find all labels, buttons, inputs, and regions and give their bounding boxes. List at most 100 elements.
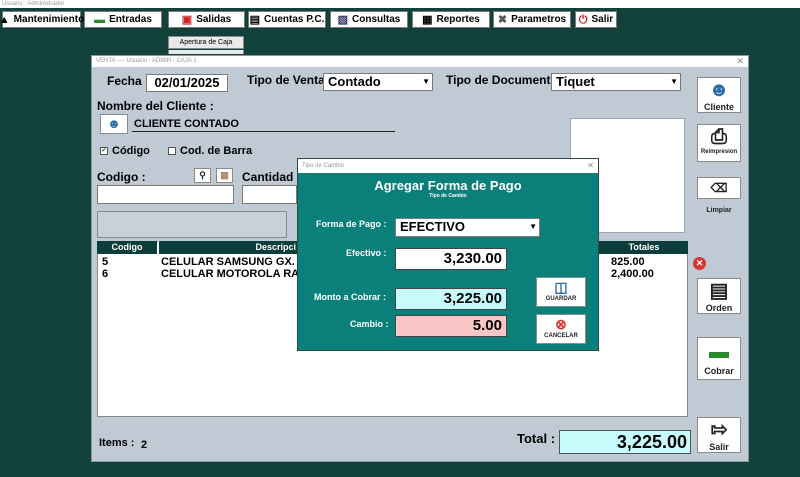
cliente-underline xyxy=(132,131,395,132)
report-icon: ▦ xyxy=(422,13,433,26)
person-icon: ☻ xyxy=(107,116,121,131)
menu-entradas-button[interactable]: ▬ Entradas xyxy=(84,11,162,28)
cart-icon: ▣ xyxy=(181,13,193,26)
orden-button[interactable]: ▤ Orden xyxy=(697,278,741,314)
tipo-venta-value: Contado xyxy=(328,74,381,89)
menu-salidas-button[interactable]: ▣ Salidas xyxy=(168,11,245,28)
order-icon: ▤ xyxy=(709,280,729,302)
exit-icon: ⇰ xyxy=(710,419,728,441)
search-icon: ⚲ xyxy=(199,170,206,180)
cambio-value: 5.00 xyxy=(395,315,507,337)
cantidad-label: Cantidad : xyxy=(242,170,301,184)
table-row-codigo: 6 xyxy=(102,268,109,280)
fecha-field[interactable]: 02/01/2025 xyxy=(146,74,228,92)
buscar-producto-button[interactable]: ⚲ xyxy=(194,168,211,183)
table-row-codigo: 5 xyxy=(102,256,109,268)
cash-icon: ▬ xyxy=(709,341,729,363)
menu-cuentas-button[interactable]: ▤ Cuentas P.C. xyxy=(248,11,326,28)
reimpresion-button[interactable]: ⎙ Reimpresion xyxy=(697,124,741,162)
delete-row-icon[interactable]: ✕ xyxy=(693,257,706,270)
items-value: 2 xyxy=(141,439,148,451)
cliente-button-label: Cliente xyxy=(703,102,734,112)
menu-label: Parametros xyxy=(511,14,567,25)
efectivo-label: Efectivo : xyxy=(346,248,387,258)
table-row-total: 825.00 xyxy=(611,256,645,268)
person-icon: ☻ xyxy=(708,79,730,101)
printer-icon: ⎙ xyxy=(711,126,727,148)
dialog-titlebar: Tipo de Cambio xyxy=(298,159,598,173)
limpiar-button-label: Limpiar xyxy=(706,207,732,214)
cambio-label: Cambio : xyxy=(350,319,389,329)
submenu-apertura-caja[interactable]: Apertura de Caja xyxy=(168,36,244,49)
codigo-input[interactable] xyxy=(97,185,234,204)
cliente-label: Nombre del Cliente : xyxy=(97,99,214,113)
cantidad-input[interactable] xyxy=(242,185,297,204)
col-header-descripcion: Descripci xyxy=(158,241,298,254)
limpiar-button[interactable]: ⌫ Limpiar xyxy=(697,177,741,214)
monto-cobrar-label: Monto a Cobrar : xyxy=(314,292,386,302)
table-row-total: 2,400.00 xyxy=(611,268,654,280)
menu-label: Entradas xyxy=(109,14,152,25)
salir-button-label: Salir xyxy=(709,442,729,452)
tipo-documento-select[interactable]: Tiquet ▼ xyxy=(551,73,681,91)
efectivo-input[interactable]: 3,230.00 xyxy=(395,248,507,270)
cliente-button[interactable]: ☻ Cliente xyxy=(697,77,741,113)
guardar-button-label: GUARDAR xyxy=(545,296,577,302)
fecha-label: Fecha : xyxy=(107,74,150,88)
menu-label: Reportes xyxy=(436,14,480,25)
table-row-descripcion: CELULAR MOTOROLA RA xyxy=(161,268,300,280)
buscar-barcode-button[interactable]: ▩ xyxy=(216,168,233,183)
chevron-down-icon: ▼ xyxy=(670,77,678,86)
menu-label: Salidas xyxy=(196,14,232,25)
table-row-descripcion: CELULAR SAMSUNG GX. xyxy=(161,256,295,268)
forma-pago-label: Forma de Pago : xyxy=(316,219,387,229)
close-icon[interactable]: ✕ xyxy=(736,56,744,67)
save-icon: ◫ xyxy=(554,279,568,295)
radio-codbarra[interactable] xyxy=(168,147,176,155)
search-icon: ▧ xyxy=(337,13,349,26)
radio-codigo-label: Código xyxy=(112,145,150,157)
menu-mantenimiento-button[interactable]: ▲ Mantenimiento xyxy=(0,11,84,28)
trash-icon: ⌫ xyxy=(710,181,728,195)
cash-icon: ▬ xyxy=(94,13,106,26)
col-header-codigo: Codigo xyxy=(97,241,157,254)
reimpresion-button-label: Reimpresion xyxy=(700,149,738,155)
radio-codbarra-label: Cod. de Barra xyxy=(180,145,253,157)
salir-button[interactable]: ⇰ Salir xyxy=(697,417,741,453)
tipo-documento-value: Tiquet xyxy=(556,74,595,89)
total-label: Total : xyxy=(517,431,556,446)
power-icon: ⏻ xyxy=(578,13,588,26)
radio-codigo[interactable]: ✓ xyxy=(100,147,108,155)
menu-parametros-button[interactable]: ✖ Parametros xyxy=(493,11,571,28)
submenu-separator xyxy=(168,50,244,54)
app-titlebar: Usuario : Administrador xyxy=(0,0,800,8)
menu-label: Mantenimiento xyxy=(13,14,85,25)
forma-pago-value: EFECTIVO xyxy=(400,219,466,234)
codigo-label: Codigo : xyxy=(97,170,146,184)
menu-label: Salir xyxy=(591,14,614,25)
tipo-venta-select[interactable]: Contado ▼ xyxy=(323,73,433,91)
cobrar-button[interactable]: ▬ Cobrar xyxy=(697,337,741,380)
forma-pago-select[interactable]: EFECTIVO ▼ xyxy=(395,218,540,237)
orden-button-label: Orden xyxy=(705,303,733,313)
close-icon[interactable]: ✕ xyxy=(587,159,594,173)
document-icon: ▤ xyxy=(249,13,260,26)
menu-label: Consultas xyxy=(352,14,401,25)
producto-info-panel xyxy=(97,211,287,238)
venta-window-title: VENTA ---- Usuario : ADMIN - CAJA 1 xyxy=(92,56,748,67)
forma-pago-dialog: Tipo de Cambio ✕ Agregar Forma de Pago T… xyxy=(297,158,599,351)
buscar-cliente-button[interactable]: ☻ xyxy=(100,114,128,134)
menu-reportes-button[interactable]: ▦ Reportes xyxy=(412,11,490,28)
total-value: 3,225.00 xyxy=(559,430,691,454)
cancelar-button[interactable]: ⊗ CANCELAR xyxy=(536,314,586,344)
col-header-totales: Totales xyxy=(600,241,688,254)
barcode-icon: ▩ xyxy=(220,170,229,180)
cancelar-button-label: CANCELAR xyxy=(544,333,578,339)
tools-icon: ✖ xyxy=(497,13,508,26)
cancel-icon: ⊗ xyxy=(555,316,567,332)
menu-consultas-button[interactable]: ▧ Consultas xyxy=(330,11,408,28)
guardar-button[interactable]: ◫ GUARDAR xyxy=(536,277,586,307)
items-label: Items : xyxy=(99,437,135,449)
menu-label: Cuentas P.C. xyxy=(264,14,325,25)
menu-salir-button[interactable]: ⏻ Salir xyxy=(575,11,617,28)
